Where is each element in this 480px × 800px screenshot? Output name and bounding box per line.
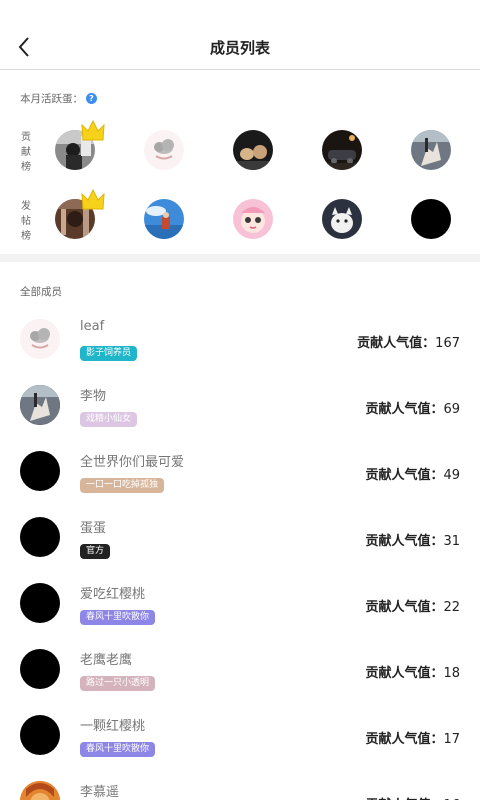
monthly-active-title: 本月活跃蛋： ? [20,91,97,106]
member-row[interactable]: leaf 影子饲养员 贡献人气值：167 [0,307,480,373]
member-row[interactable]: 老鹰老鹰 路过一只小透明 贡献人气值：18 [0,637,480,703]
score-label: 贡献人气值： [365,600,444,615]
title-bar: 成员列表 [0,0,480,70]
rank-avatar[interactable] [233,130,273,170]
score-value: 69 [443,402,460,417]
score-value: 31 [443,534,460,549]
member-row[interactable]: 李慕遥 贡献人气值：16 [0,769,480,800]
avatar[interactable] [20,319,60,359]
member-name: 蛋蛋 [80,521,107,536]
score-label: 贡献人气值： [365,666,444,681]
rank-avatar[interactable] [233,199,273,239]
member-title-badge: 春风十里吹散你 [80,610,156,625]
member-score: 贡献人气值：16 [365,794,460,800]
contribution-rank-row: 贡献榜 [0,120,480,176]
score-label: 贡献人气值： [365,402,444,417]
score-label: 贡献人气值： [365,534,444,549]
member-name: 老鹰老鹰 [80,653,133,668]
crown-icon [81,189,105,210]
member-title-badge: 戏精小仙女 [80,412,138,427]
member-row[interactable]: 李物 戏精小仙女 贡献人气值：69 [0,373,480,439]
rank-avatar[interactable] [411,199,451,239]
member-score: 贡献人气值：31 [365,530,460,549]
member-row[interactable]: 蛋蛋 官方 贡献人气值：31 [0,505,480,571]
monthly-active-section: 本月活跃蛋： ? 贡献榜 发帖榜 [0,71,480,254]
member-row[interactable]: 一颗红樱桃 春风十里吹散你 贡献人气值：17 [0,703,480,769]
member-name: leaf [80,319,105,334]
avatar[interactable] [20,715,60,755]
member-score: 贡献人气值：167 [357,332,460,351]
member-score: 贡献人气值：69 [365,398,460,417]
member-name: 李物 [80,389,107,404]
member-score: 贡献人气值：18 [365,662,460,681]
avatar[interactable] [20,583,60,623]
page-title: 成员列表 [209,39,270,57]
all-members-title: 全部成员 [20,286,62,298]
avatar[interactable] [20,385,60,425]
member-name: 全世界你们最可爱 [80,455,185,470]
rank-avatar[interactable] [322,199,362,239]
member-score: 贡献人气值：17 [365,728,460,747]
member-title-badge: 官方 [80,544,111,559]
score-value: 22 [443,600,460,615]
score-label: 贡献人气值： [365,468,444,483]
member-name: 李慕遥 [80,785,120,800]
member-row[interactable]: 爱吃红樱桃 春风十里吹散你 贡献人气值：22 [0,571,480,637]
member-title-badge: 路过一只小透明 [80,676,156,691]
member-title-badge: 春风十里吹散你 [80,742,156,757]
crown-icon [81,120,105,141]
member-list: leaf 影子饲养员 贡献人气值：167 李物 戏精小仙女 贡献人气值：69 全… [0,307,480,800]
rank-avatar[interactable] [144,130,184,170]
score-value: 49 [443,468,460,483]
rank-avatar[interactable] [322,130,362,170]
score-label: 贡献人气值： [365,732,444,747]
score-label: 贡献人气值： [357,336,436,351]
avatar[interactable] [20,649,60,689]
rank-avatar[interactable] [411,130,451,170]
avatar[interactable] [20,781,60,800]
member-name: 爱吃红樱桃 [80,587,146,602]
member-row[interactable]: 全世界你们最可爱 一口一口吃掉孤独 贡献人气值：49 [0,439,480,505]
post-rank-row: 发帖榜 [0,189,480,245]
rank-avatar[interactable] [144,199,184,239]
contribution-rank-label: 贡献榜 [21,132,31,173]
post-rank-label: 发帖榜 [21,201,31,242]
score-value: 17 [443,732,460,747]
member-score: 贡献人气值：49 [365,464,460,483]
score-value: 18 [443,666,460,681]
avatar[interactable] [20,517,60,557]
member-score: 贡献人气值：22 [365,596,460,615]
score-value: 167 [435,336,460,351]
member-title-badge: 影子饲养员 [80,346,138,361]
section-divider [0,254,480,262]
member-name: 一颗红樱桃 [80,719,146,734]
member-title-badge: 一口一口吃掉孤独 [80,478,165,493]
avatar[interactable] [20,451,60,491]
question-icon[interactable]: ? [86,93,97,104]
monthly-active-label: 本月活跃蛋： [20,93,83,105]
